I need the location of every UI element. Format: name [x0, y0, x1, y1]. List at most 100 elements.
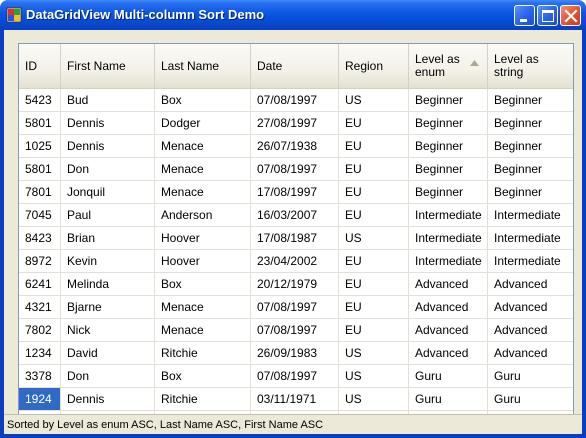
- cell-last[interactable]: Menace: [155, 319, 251, 341]
- cell-region[interactable]: EU: [339, 135, 409, 157]
- cell-id[interactable]: 4321: [19, 296, 61, 318]
- cell-level_enum[interactable]: Advanced: [409, 342, 488, 364]
- column-header-region[interactable]: Region: [339, 44, 409, 88]
- table-row[interactable]: 1234 David Ritchie 26/09/1983 US Advanced Adva…: [19, 342, 573, 365]
- cell-region[interactable]: EU: [339, 319, 409, 341]
- cell-level_enum[interactable]: Guru: [409, 365, 488, 387]
- cell-level_enum[interactable]: Intermediate: [409, 204, 488, 226]
- cell-last[interactable]: Hoover: [155, 227, 251, 249]
- cell-last[interactable]: Ritchie: [155, 388, 251, 410]
- column-header-last[interactable]: Last Name: [155, 44, 251, 88]
- cell-level_string[interactable]: Advanced: [488, 273, 573, 295]
- table-row[interactable]: 8972 Kevin Hoover 23/04/2002 EU Intermediate I…: [19, 250, 573, 273]
- cell-id[interactable]: 1234: [19, 342, 61, 364]
- cell-date[interactable]: 17/08/1997: [251, 181, 339, 203]
- cell-region[interactable]: US: [339, 365, 409, 387]
- cell-date[interactable]: 23/04/2002: [251, 250, 339, 272]
- cell-id[interactable]: 7801: [19, 181, 61, 203]
- cell-level_string[interactable]: Advanced: [488, 319, 573, 341]
- cell-last[interactable]: Menace: [155, 181, 251, 203]
- cell-date[interactable]: 26/07/1938: [251, 135, 339, 157]
- cell-last[interactable]: Box: [155, 365, 251, 387]
- cell-region[interactable]: US: [339, 342, 409, 364]
- cell-id[interactable]: 3378: [19, 365, 61, 387]
- cell-id[interactable]: 7045: [19, 204, 61, 226]
- cell-date[interactable]: 07/08/1997: [251, 89, 339, 111]
- cell-level_enum[interactable]: Beginner: [409, 135, 488, 157]
- cell-date[interactable]: 27/08/1997: [251, 112, 339, 134]
- column-header-first[interactable]: First Name: [61, 44, 155, 88]
- table-row[interactable]: 7802 Nick Menace 07/08/1997 EU Advanced Advanc…: [19, 319, 573, 342]
- cell-date[interactable]: 07/08/1997: [251, 296, 339, 318]
- cell-date[interactable]: 16/03/2007: [251, 204, 339, 226]
- cell-level_enum[interactable]: Advanced: [409, 273, 488, 295]
- cell-first[interactable]: Dennis: [61, 135, 155, 157]
- table-row[interactable]: 5801 Don Menace 07/08/1997 EU Beginner Beginne…: [19, 158, 573, 181]
- cell-region[interactable]: EU: [339, 204, 409, 226]
- table-row[interactable]: 3378 Don Box 07/08/1997 US Guru Guru: [19, 365, 573, 388]
- cell-id[interactable]: 1025: [19, 135, 61, 157]
- cell-last[interactable]: Box: [155, 89, 251, 111]
- cell-region[interactable]: EU: [339, 273, 409, 295]
- close-button[interactable]: [560, 5, 581, 26]
- table-row[interactable]: 5423 Bud Box 07/08/1997 US Beginner Beginner: [19, 89, 573, 112]
- cell-level_string[interactable]: Intermediate: [488, 250, 573, 272]
- cell-level_enum[interactable]: Beginner: [409, 112, 488, 134]
- cell-level_enum[interactable]: Guru: [409, 388, 488, 410]
- cell-first[interactable]: Paul: [61, 204, 155, 226]
- cell-level_string[interactable]: Guru: [488, 365, 573, 387]
- cell-level_string[interactable]: Beginner: [488, 89, 573, 111]
- cell-region[interactable]: EU: [339, 250, 409, 272]
- cell-last[interactable]: Menace: [155, 296, 251, 318]
- cell-id[interactable]: 7802: [19, 319, 61, 341]
- cell-id[interactable]: 8972: [19, 250, 61, 272]
- cell-level_enum[interactable]: Beginner: [409, 89, 488, 111]
- cell-level_enum[interactable]: Intermediate: [409, 227, 488, 249]
- cell-id[interactable]: 1924: [19, 388, 61, 410]
- table-row[interactable]: 5801 Dennis Dodger 27/08/1997 EU Beginner Begi…: [19, 112, 573, 135]
- cell-level_string[interactable]: Intermediate: [488, 227, 573, 249]
- cell-region[interactable]: US: [339, 89, 409, 111]
- cell-level_string[interactable]: Advanced: [488, 342, 573, 364]
- table-row[interactable]: 4321 Bjarne Menace 07/08/1997 EU Advanced Adva…: [19, 296, 573, 319]
- cell-first[interactable]: Don: [61, 365, 155, 387]
- cell-level_string[interactable]: Beginner: [488, 158, 573, 180]
- cell-first[interactable]: Dennis: [61, 112, 155, 134]
- cell-first[interactable]: Brian: [61, 227, 155, 249]
- data-grid[interactable]: ID First Name Last Name Date Region Level as …: [18, 43, 574, 421]
- cell-first[interactable]: Bjarne: [61, 296, 155, 318]
- cell-level_enum[interactable]: Beginner: [409, 158, 488, 180]
- column-header-date[interactable]: Date: [251, 44, 339, 88]
- cell-first[interactable]: Melinda: [61, 273, 155, 295]
- cell-date[interactable]: 20/12/1979: [251, 273, 339, 295]
- table-row[interactable]: 1924 Dennis Ritchie 03/11/1971 US Guru Guru: [19, 388, 573, 411]
- cell-region[interactable]: EU: [339, 296, 409, 318]
- cell-first[interactable]: David: [61, 342, 155, 364]
- cell-level_string[interactable]: Intermediate: [488, 204, 573, 226]
- cell-date[interactable]: 17/08/1987: [251, 227, 339, 249]
- maximize-button[interactable]: [537, 5, 558, 26]
- cell-date[interactable]: 26/09/1983: [251, 342, 339, 364]
- cell-level_string[interactable]: Advanced: [488, 296, 573, 318]
- cell-first[interactable]: Bud: [61, 89, 155, 111]
- cell-last[interactable]: Dodger: [155, 112, 251, 134]
- cell-first[interactable]: Nick: [61, 319, 155, 341]
- cell-region[interactable]: EU: [339, 181, 409, 203]
- column-header-level_enum[interactable]: Level as enum: [409, 44, 488, 88]
- table-row[interactable]: 1025 Dennis Menace 26/07/1938 EU Beginner Begi…: [19, 135, 573, 158]
- cell-level_string[interactable]: Guru: [488, 388, 573, 410]
- cell-region[interactable]: US: [339, 388, 409, 410]
- cell-id[interactable]: 6241: [19, 273, 61, 295]
- cell-level_enum[interactable]: Advanced: [409, 296, 488, 318]
- cell-region[interactable]: US: [339, 227, 409, 249]
- table-row[interactable]: 6241 Melinda Box 20/12/1979 EU Advanced Advanc…: [19, 273, 573, 296]
- table-row[interactable]: 7045 Paul Anderson 16/03/2007 EU Intermediate…: [19, 204, 573, 227]
- cell-date[interactable]: 03/11/1971: [251, 388, 339, 410]
- cell-first[interactable]: Jonquil: [61, 181, 155, 203]
- minimize-button[interactable]: [514, 5, 535, 26]
- cell-level_string[interactable]: Beginner: [488, 112, 573, 134]
- cell-region[interactable]: EU: [339, 158, 409, 180]
- cell-last[interactable]: Hoover: [155, 250, 251, 272]
- cell-date[interactable]: 07/08/1997: [251, 319, 339, 341]
- cell-id[interactable]: 5801: [19, 158, 61, 180]
